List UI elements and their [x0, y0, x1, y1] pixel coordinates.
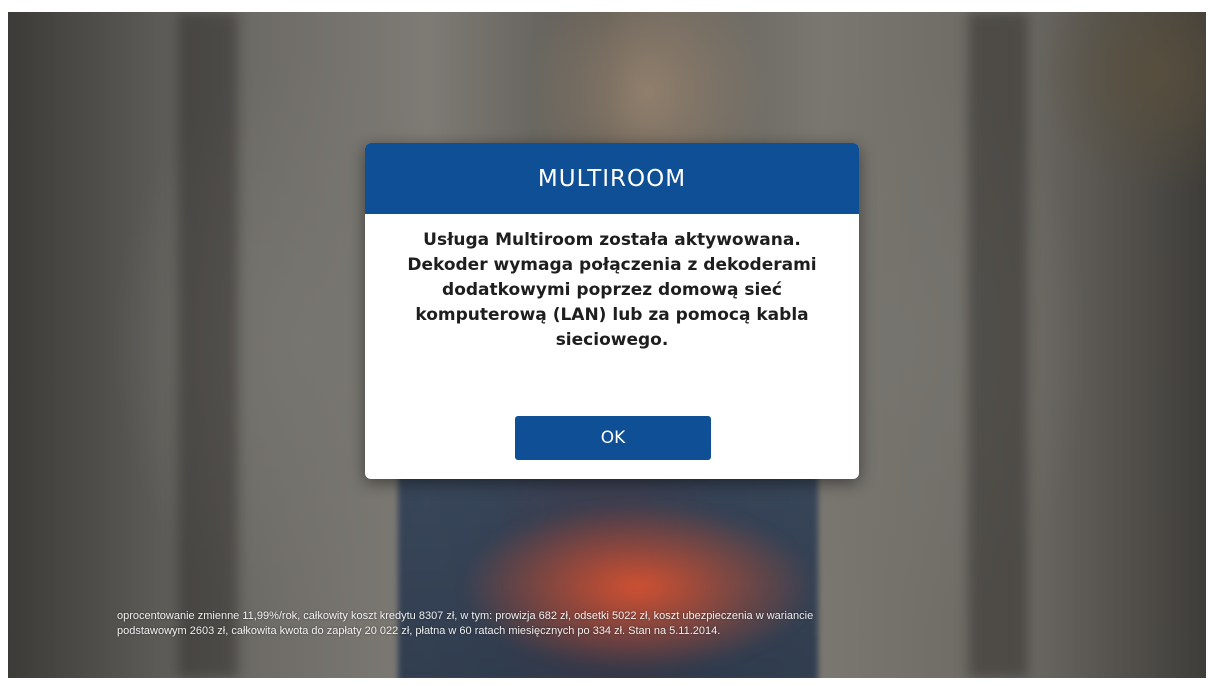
- background-shape: [968, 12, 1028, 678]
- dialog-message-line: sieciowego.: [555, 330, 669, 350]
- disclaimer-line: oprocentowanie zmienne 11,99%/rok, całko…: [117, 610, 814, 622]
- dialog-message-line: dodatkowymi poprzez domową sieć: [442, 280, 782, 300]
- dialog-header: MULTIROOM: [365, 143, 859, 214]
- multiroom-dialog: MULTIROOM Usługa Multiroom została aktyw…: [365, 143, 859, 479]
- dialog-message: Usługa Multiroom została aktywowana. Dek…: [391, 228, 833, 353]
- ok-button[interactable]: OK: [515, 416, 711, 460]
- dialog-message-line: Usługa Multiroom została aktywowana.: [423, 230, 801, 250]
- disclaimer-line: podstawowym 2603 zł, całkowita kwota do …: [117, 625, 721, 637]
- disclaimer-text: oprocentowanie zmienne 11,99%/rok, całko…: [117, 609, 1077, 639]
- background-shape: [178, 12, 238, 678]
- dialog-title: MULTIROOM: [537, 165, 687, 192]
- dialog-message-line: komputerową (LAN) lub za pomocą kabla: [415, 305, 809, 325]
- background-glow-shape: [458, 502, 818, 672]
- dialog-message-line: Dekoder wymaga połączenia z dekoderami: [407, 255, 817, 275]
